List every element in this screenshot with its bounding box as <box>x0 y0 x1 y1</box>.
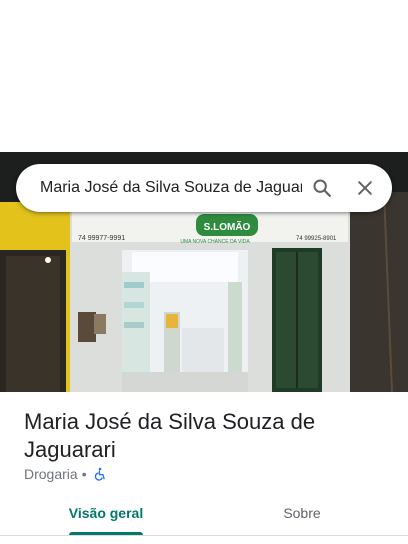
sign-text: S.LOMÃO <box>204 220 251 233</box>
separator-dot: • <box>81 466 87 482</box>
wheelchair-icon <box>93 467 107 481</box>
clear-search-button[interactable] <box>345 168 385 208</box>
place-category: Drogaria <box>24 466 78 482</box>
sign-slogan: UMA NOVA CHANCE DA VIDA <box>180 239 250 245</box>
tabs-divider <box>0 535 408 536</box>
sign-phone-right: 74 99925-8901 <box>296 236 337 242</box>
search-input[interactable]: Maria José da Silva Souza de Jaguarari <box>40 164 302 212</box>
search-icon <box>313 179 331 197</box>
tab-overview[interactable]: Visão geral <box>52 492 160 536</box>
search-button[interactable] <box>302 168 342 208</box>
place-title: Maria José da Silva Souza de Jaguarari <box>24 409 316 462</box>
tab-about[interactable]: Sobre <box>252 492 352 536</box>
sign-phone-left: 74 99977-9991 <box>78 235 125 242</box>
close-icon <box>358 181 372 195</box>
maps-place-screen: S.LOMÃO UMA NOVA CHANCE DA VIDA 74 99977… <box>0 0 408 544</box>
place-subtitle: Drogaria • <box>24 465 107 483</box>
place-tabs: Visão geral Sobre <box>0 492 408 536</box>
search-bar[interactable]: Maria José da Silva Souza de Jaguarari <box>16 164 392 212</box>
